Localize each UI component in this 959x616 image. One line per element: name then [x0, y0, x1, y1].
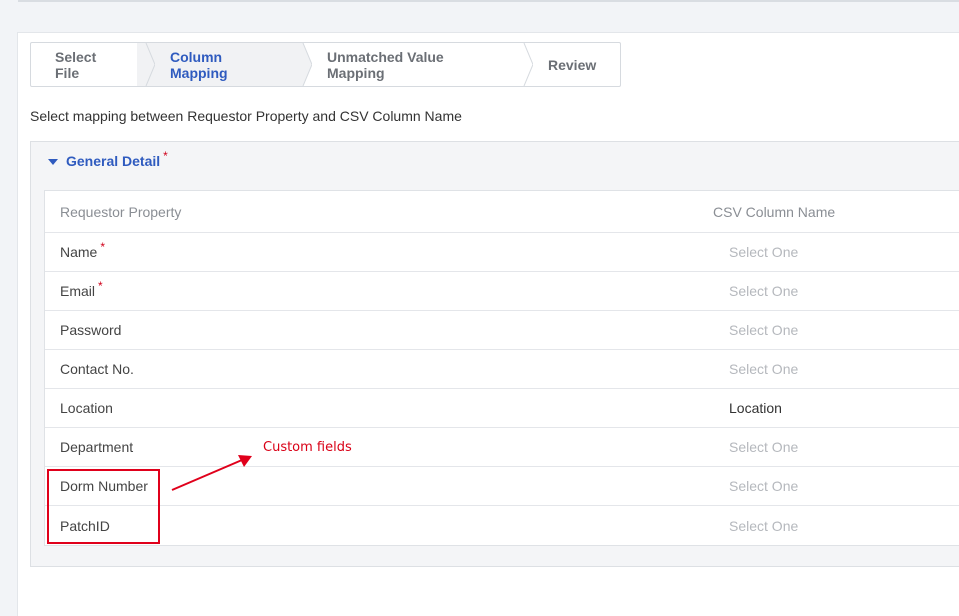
property-name: Email [60, 283, 96, 299]
table-row: Contact No. Select One [45, 350, 959, 389]
csv-column-select[interactable]: Select One [729, 506, 798, 545]
step-label: Review [548, 56, 597, 73]
table-row: Password Select One [45, 311, 959, 350]
csv-column-select[interactable]: Select One [729, 233, 798, 271]
required-marker: * [98, 279, 103, 293]
property-label: Email * [60, 272, 103, 310]
csv-column-select[interactable]: Select One [729, 272, 798, 310]
property-label: Location [60, 389, 113, 427]
top-divider [18, 0, 959, 2]
property-name: Contact No. [60, 361, 134, 377]
csv-column-select[interactable]: Select One [729, 467, 798, 505]
step-label: Column Mapping [170, 48, 228, 81]
header-csv-column-name: CSV Column Name [713, 203, 836, 220]
general-detail-toggle[interactable]: General Detail * [48, 149, 168, 169]
table-header-row: Requestor Property CSV Column Name [45, 191, 959, 233]
annotation-arrow-icon [171, 455, 252, 491]
property-label: Contact No. [60, 350, 134, 388]
instructions-text: Select mapping between Requestor Propert… [30, 108, 462, 124]
annotation-highlight-box [47, 469, 160, 544]
table-row: PatchID Select One [45, 506, 959, 545]
annotation-label: Custom fields [263, 440, 352, 455]
property-label: Department [60, 428, 133, 466]
property-name: Name [60, 244, 98, 260]
step-unmatched-value-mapping[interactable]: Unmatched Value Mapping [303, 43, 533, 86]
step-chevron-icon [137, 43, 155, 86]
property-name: Password [60, 322, 122, 338]
section-title: General Detail [66, 153, 161, 169]
table-row: Name * Select One [45, 233, 959, 272]
table-row: Email * Select One [45, 272, 959, 311]
step-review[interactable]: Review [524, 43, 620, 86]
step-chevron-icon [294, 43, 312, 86]
wizard-steps: Select File Column Mapping Unmatched Val… [30, 42, 621, 87]
property-label: Password [60, 311, 121, 349]
property-name: Location [60, 400, 113, 416]
csv-column-select[interactable]: Select One [729, 311, 798, 349]
property-name: Department [60, 439, 134, 455]
required-marker: * [163, 149, 168, 163]
caret-down-icon [48, 158, 58, 165]
header-requestor-property: Requestor Property [60, 203, 182, 220]
csv-column-select[interactable]: Location [729, 389, 782, 427]
step-label: Select File [55, 48, 97, 81]
step-label: Unmatched Value Mapping [327, 48, 444, 81]
table-row: Location Location [45, 389, 959, 428]
csv-column-select[interactable]: Select One [729, 350, 798, 388]
csv-column-select[interactable]: Select One [729, 428, 798, 466]
required-marker: * [100, 240, 106, 254]
step-select-file[interactable]: Select File [31, 43, 155, 86]
step-column-mapping[interactable]: Column Mapping [146, 43, 312, 86]
property-label: Name * [60, 233, 105, 271]
step-chevron-icon [515, 43, 533, 86]
